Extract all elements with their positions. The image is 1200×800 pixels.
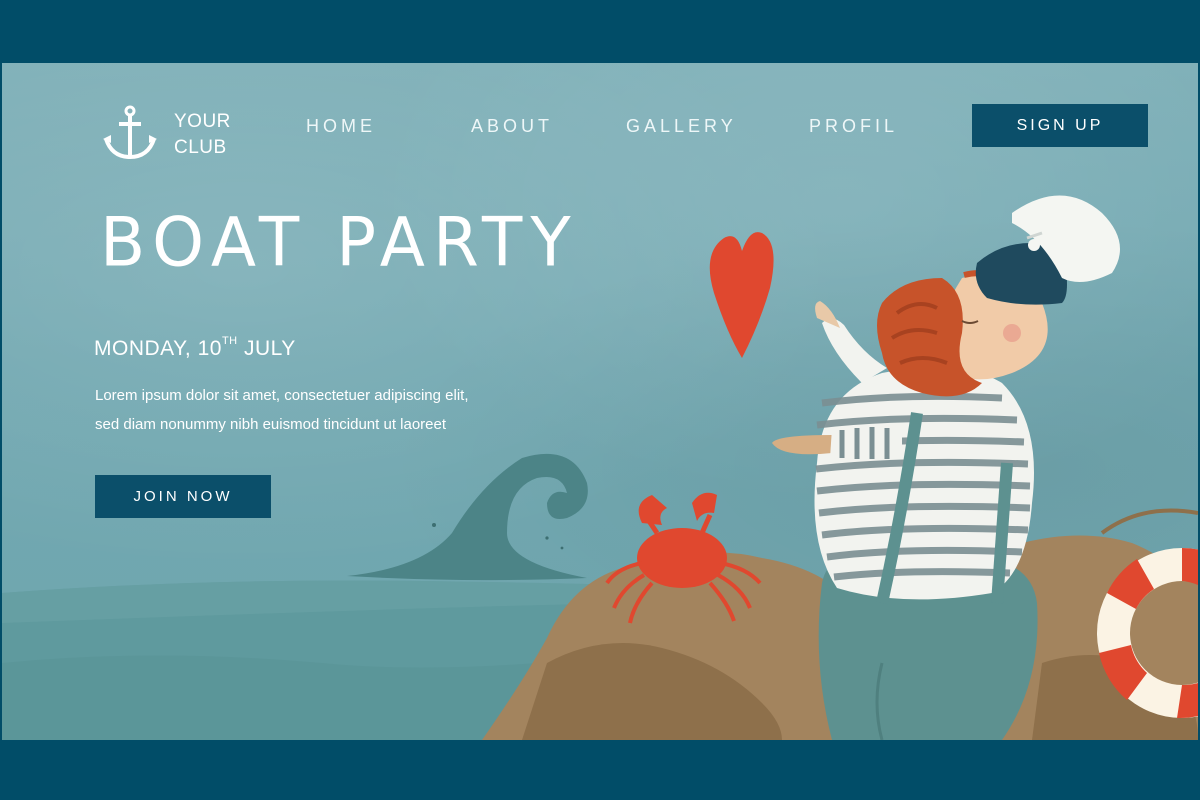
- date-suffix: JULY: [237, 337, 296, 360]
- nav-profil[interactable]: PROFIL: [809, 116, 898, 137]
- nav-gallery[interactable]: GALLERY: [626, 116, 737, 137]
- brand-line-1: YOUR: [174, 111, 231, 132]
- page-title: BOAT PARTY: [100, 203, 579, 282]
- nav-home[interactable]: HOME: [306, 116, 376, 137]
- brand-line-2: CLUB: [174, 137, 227, 158]
- heart-icon: [709, 232, 774, 358]
- anchor-icon: [103, 105, 157, 160]
- event-description: Lorem ipsum dolor sit amet, consectetuer…: [95, 381, 545, 439]
- sign-up-button[interactable]: SIGN UP: [972, 104, 1148, 147]
- wave: [347, 453, 588, 581]
- hero-scene: YOUR CLUB HOME ABOUT GALLERY PROFIL SIGN…: [2, 63, 1198, 740]
- nav-about[interactable]: ABOUT: [471, 116, 553, 137]
- brand-name: YOUR CLUB: [174, 109, 231, 161]
- event-date: MONDAY, 10TH JULY: [94, 335, 296, 361]
- description-line-1: Lorem ipsum dolor sit amet, consectetuer…: [95, 387, 469, 404]
- join-now-button[interactable]: JOIN NOW: [95, 475, 271, 518]
- brand-logo[interactable]: YOUR CLUB: [102, 105, 262, 165]
- description-line-2: sed diam nonummy nibh euismod tincidunt …: [95, 416, 447, 433]
- date-ordinal: TH: [221, 335, 238, 347]
- date-prefix: MONDAY, 10: [94, 337, 222, 360]
